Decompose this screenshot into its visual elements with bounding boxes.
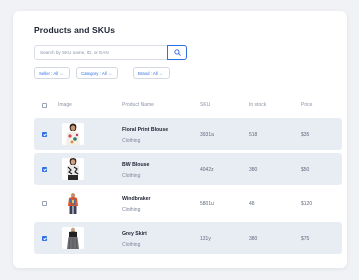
product-sku: 5801u <box>200 201 214 207</box>
header-in-stock: In stock <box>249 102 267 108</box>
header-sku: SKU <box>200 102 211 108</box>
seller-filter[interactable]: Seller : All ⌵ <box>34 67 70 79</box>
product-stock: 380 <box>249 236 258 242</box>
product-thumbnail <box>62 123 84 145</box>
seller-filter-value: All <box>53 70 59 76</box>
table-row[interactable]: Windbraker Clothing 5801u 48 $120 <box>34 187 342 219</box>
product-stock: 518 <box>249 132 258 138</box>
seller-filter-label: Seller : <box>39 70 53 76</box>
table-row[interactable]: BW Blouse Clothing 4042z 380 $50 <box>34 153 342 185</box>
product-price: $35 <box>301 132 310 138</box>
search-button[interactable] <box>167 45 187 60</box>
row-checkbox[interactable] <box>42 201 47 206</box>
header-product-name: Product Name <box>122 102 154 108</box>
category-filter-value: All <box>101 70 107 76</box>
product-sku: 3931a <box>200 132 214 138</box>
product-category: Clothing <box>122 207 141 213</box>
product-price: $120 <box>301 201 313 207</box>
chevron-down-icon: ⌵ <box>159 70 163 76</box>
category-filter[interactable]: Category : All ⌵ <box>76 67 118 79</box>
product-stock: 380 <box>249 167 258 173</box>
product-name: Floral Print Blouse <box>122 127 169 133</box>
product-category: Clothing <box>122 173 141 179</box>
product-thumbnail <box>62 192 84 214</box>
table-row[interactable]: Grey Skirt Clothing 131y 380 $75 <box>34 222 342 254</box>
product-name: Grey Skirt <box>122 231 147 237</box>
product-thumbnail <box>62 158 84 180</box>
header-price: Price <box>301 102 313 108</box>
product-name: Windbraker <box>122 196 151 202</box>
table-header: Image Product Name SKU In stock Price <box>34 100 342 112</box>
product-name: BW Blouse <box>122 162 150 168</box>
product-price: $75 <box>301 236 310 242</box>
table-row[interactable]: Floral Print Blouse Clothing 3931a 518 $… <box>34 118 342 150</box>
search-input[interactable] <box>35 46 170 59</box>
product-category: Clothing <box>122 242 141 248</box>
row-checkbox[interactable] <box>42 236 47 241</box>
products-card: Products and SKUs Seller : All ⌵ Categor… <box>13 11 347 268</box>
brand-filter-value: All <box>152 70 158 76</box>
category-filter-label: Category : <box>81 70 101 76</box>
row-checkbox[interactable] <box>42 167 47 172</box>
product-sku: 131y <box>200 236 211 242</box>
header-image: Image <box>58 102 72 108</box>
product-category: Clothing <box>122 138 141 144</box>
product-stock: 48 <box>249 201 255 207</box>
product-price: $50 <box>301 167 310 173</box>
brand-filter-label: Brand : <box>138 70 152 76</box>
page-title: Products and SKUs <box>34 25 116 35</box>
search-box <box>34 45 187 60</box>
chevron-down-icon: ⌵ <box>60 70 64 76</box>
chevron-down-icon: ⌵ <box>108 70 112 76</box>
product-thumbnail <box>62 227 84 249</box>
select-all-checkbox[interactable] <box>42 103 47 108</box>
search-icon <box>173 49 181 56</box>
brand-filter[interactable]: Brand : All ⌵ <box>133 67 170 79</box>
row-checkbox[interactable] <box>42 132 47 137</box>
product-sku: 4042z <box>200 167 214 173</box>
